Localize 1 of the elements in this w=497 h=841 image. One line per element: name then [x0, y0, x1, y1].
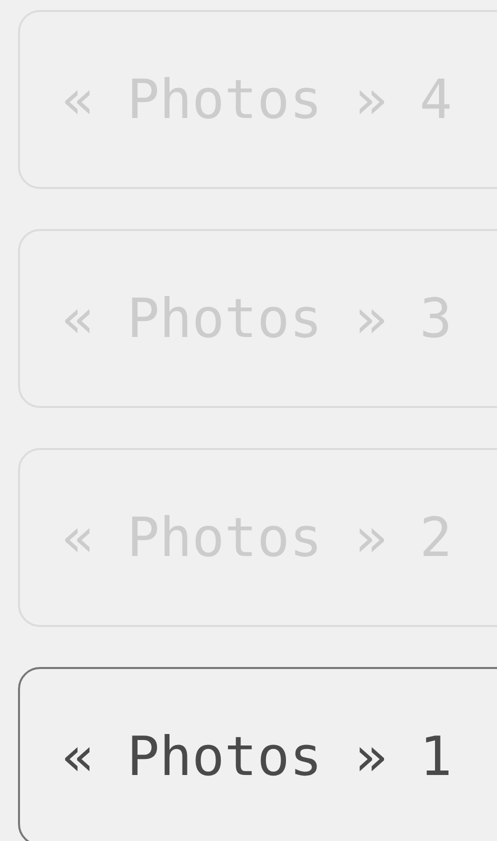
photos-list-item[interactable]: « Photos » 1: [18, 667, 497, 841]
